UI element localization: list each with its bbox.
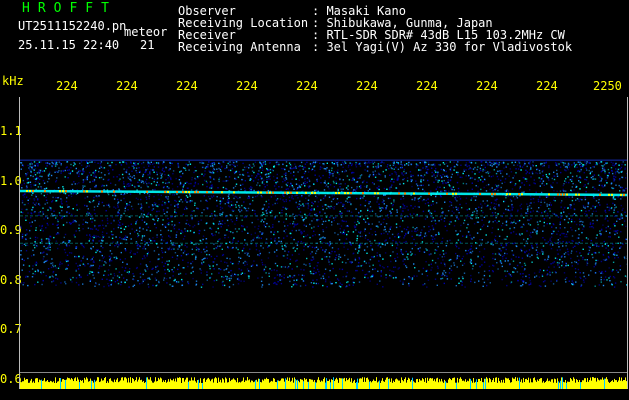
meteor-count: 21	[140, 38, 155, 52]
y-tick-label: 0.9	[0, 223, 22, 237]
x-tick-label: 224	[536, 79, 558, 93]
x-tick-label: 2250	[593, 79, 622, 93]
y-tick-label: 0.8	[0, 273, 22, 287]
x-tick-label: 224	[236, 79, 258, 93]
x-tick-label: 224	[296, 79, 318, 93]
y-tick-label: 1.0	[0, 174, 22, 188]
observation-datetime: 25.11.15 22:40	[18, 38, 120, 52]
spectrogram-svg	[20, 159, 627, 389]
x-tick-label: 224	[356, 79, 378, 93]
image-filename: UT2511152240.pn	[18, 19, 127, 33]
x-tick-label: 224	[176, 79, 198, 93]
meteor-label: meteor	[124, 25, 168, 39]
spectrogram-plot	[19, 97, 628, 389]
y-tick-label: 0.6	[0, 372, 22, 386]
x-tick-label: 224	[56, 79, 78, 93]
x-tick-label: 224	[116, 79, 138, 93]
bottom-activity-bar	[20, 377, 627, 389]
antenna-value: : 3el Yagi(V) Az 330 for Vladivostok	[312, 40, 573, 54]
x-tick-label: 224	[416, 79, 438, 93]
y-tick-label: 0.7	[0, 322, 22, 336]
y-axis-unit: kHz	[2, 74, 24, 88]
antenna-label: Receiving Antenna	[178, 40, 301, 54]
app-title: HROFFT	[22, 1, 117, 16]
y-tick-label: 1.1	[0, 124, 22, 138]
noise-band	[20, 161, 627, 288]
x-tick-label: 224	[476, 79, 498, 93]
